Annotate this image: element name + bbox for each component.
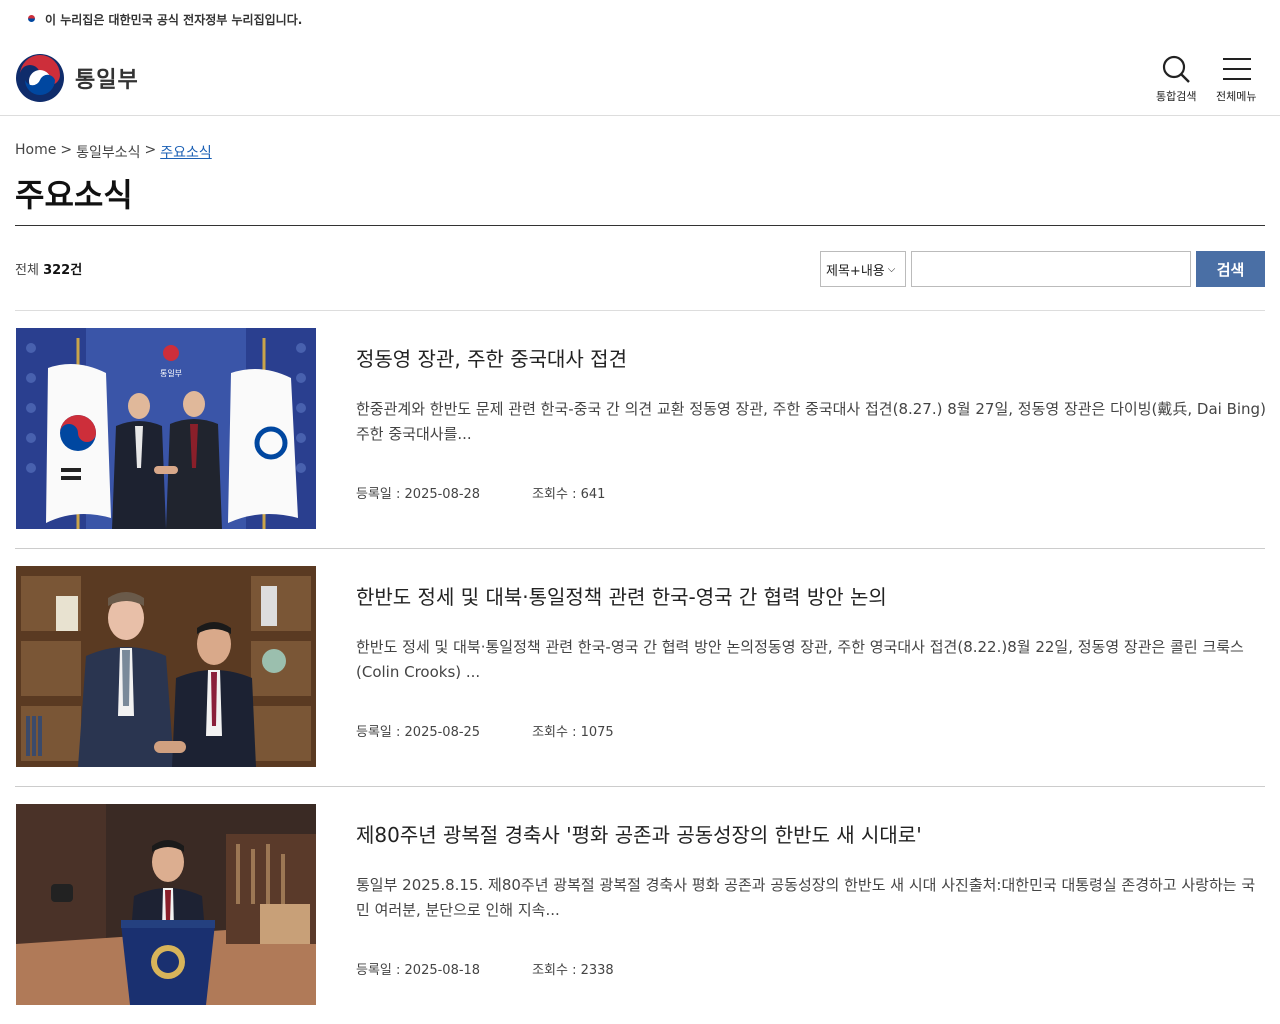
thumbnail-image xyxy=(16,804,316,1005)
thumb-wall-text: 통일부 xyxy=(160,369,182,378)
breadcrumb-separator: > xyxy=(144,142,157,158)
item-thumbnail[interactable] xyxy=(16,804,316,1005)
search-input[interactable] xyxy=(911,251,1191,287)
thumbnail-image xyxy=(16,566,316,767)
total-number: 322건 xyxy=(43,263,83,278)
title-divider xyxy=(15,225,1265,226)
korean-flag-icon xyxy=(24,14,39,24)
item-date: 등록일 : 2025-08-25 xyxy=(356,725,481,740)
thumbnail-image: 통일부 xyxy=(16,328,316,529)
breadcrumb-separator: > xyxy=(60,142,73,158)
list-item: 제80주년 광복절 경축사 '평화 공존과 공동성장의 한반도 새 시대로' 통… xyxy=(15,787,1265,1024)
breadcrumb: Home > 통일부소식 > 주요소식 xyxy=(15,142,212,162)
item-thumbnail[interactable]: 통일부 xyxy=(16,328,316,529)
item-meta: 등록일 : 2025-08-28 조회수 : 641 xyxy=(356,483,605,502)
integrated-search-button[interactable]: 통합검색 xyxy=(1156,54,1196,104)
integrated-search-label: 통합검색 xyxy=(1156,90,1197,103)
breadcrumb-current[interactable]: 주요소식 xyxy=(160,142,212,162)
item-date: 등록일 : 2025-08-28 xyxy=(356,487,481,502)
item-summary: 한중관계와 한반도 문제 관련 한국-중국 간 의견 교환 정동영 장관, 주한… xyxy=(356,400,1266,443)
taegeuk-logo-icon xyxy=(16,54,64,102)
item-title[interactable]: 정동영 장관, 주한 중국대사 접견 xyxy=(356,343,627,372)
breadcrumb-home[interactable]: Home xyxy=(15,142,56,162)
gov-banner-text: 이 누리집은 대한민국 공식 전자정부 누리집입니다. xyxy=(45,12,303,27)
page-title: 주요소식 xyxy=(15,176,133,214)
logo-text: 통일부 xyxy=(75,68,139,93)
hamburger-menu-icon xyxy=(1223,58,1252,80)
total-count: 전체 322건 xyxy=(15,259,82,278)
list-item: 한반도 정세 및 대북·통일정책 관련 한국-영국 간 협력 방안 논의 한반도… xyxy=(15,549,1265,787)
list-item: 통일부 정동영 장관, 주한 중국대사 접견 한중관계와 한반도 문제 관련 한… xyxy=(15,311,1266,549)
item-views: 조회수 : 2338 xyxy=(532,963,614,978)
item-summary: 통일부 2025.8.15. 제80주년 광복절 광복절 경축사 평화 공존과 … xyxy=(356,876,1256,919)
chevron-down-icon: ⌵ xyxy=(887,263,896,275)
gov-banner: 이 누리집은 대한민국 공식 전자정부 누리집입니다. xyxy=(0,0,1280,38)
item-date: 등록일 : 2025-08-18 xyxy=(356,963,481,978)
item-title[interactable]: 제80주년 광복절 경축사 '평화 공존과 공동성장의 한반도 새 시대로' xyxy=(356,819,922,848)
item-meta: 등록일 : 2025-08-25 조회수 : 1075 xyxy=(356,721,614,740)
item-views: 조회수 : 641 xyxy=(532,487,606,502)
item-thumbnail[interactable] xyxy=(16,566,316,767)
item-meta: 등록일 : 2025-08-18 조회수 : 2338 xyxy=(356,959,614,978)
item-summary: 한반도 정세 및 대북·통일정책 관련 한국-영국 간 협력 방안 논의정동영 … xyxy=(356,638,1244,681)
site-header: 통일부 통합검색 전체메뉴 xyxy=(0,38,1280,116)
total-prefix: 전체 xyxy=(15,263,39,278)
site-logo[interactable]: 통일부 xyxy=(15,53,139,103)
item-views: 조회수 : 1075 xyxy=(532,725,614,740)
all-menu-button[interactable]: 전체메뉴 xyxy=(1216,54,1256,104)
search-button[interactable]: 검색 xyxy=(1196,251,1265,287)
breadcrumb-parent[interactable]: 통일부소식 xyxy=(76,142,140,162)
item-title[interactable]: 한반도 정세 및 대북·통일정책 관련 한국-영국 간 협력 방안 논의 xyxy=(356,581,887,610)
search-icon xyxy=(1163,55,1191,83)
search-scope-value: 제목+내용 xyxy=(826,263,885,279)
all-menu-label: 전체메뉴 xyxy=(1216,90,1257,103)
search-scope-select[interactable]: 제목+내용 ⌵ xyxy=(820,251,906,287)
